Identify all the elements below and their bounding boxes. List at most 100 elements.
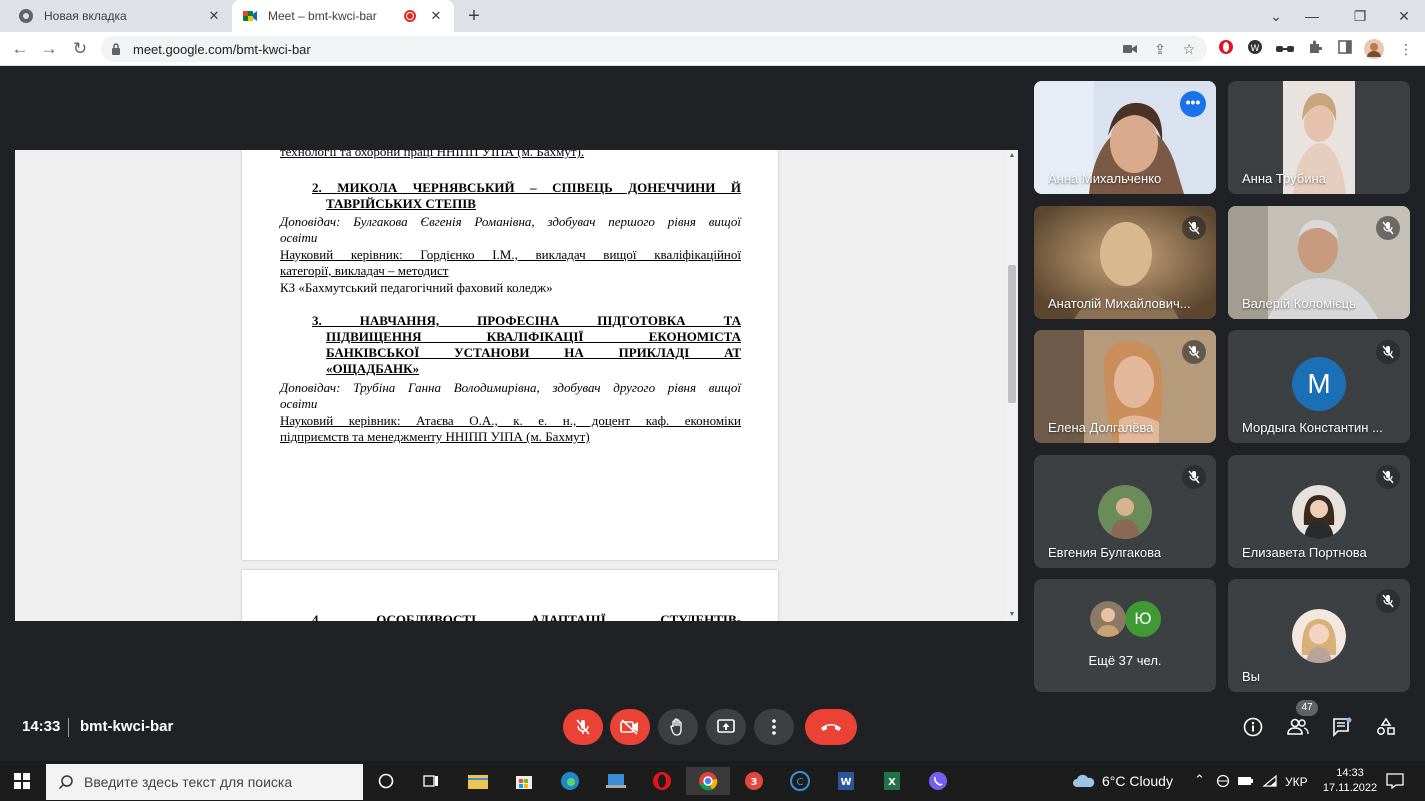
mic-off-icon: [1376, 465, 1400, 489]
menu-dots-icon[interactable]: ⋮: [1396, 39, 1416, 59]
document-heading: БАНКІВСЬКОЇ УСТАНОВИ НА ПРИКЛАДІ АТ: [326, 345, 741, 360]
meeting-code: bmt-kwci-bar: [80, 718, 174, 735]
document-heading: ТАВРІЙСЬКИХ СТЕПІВ: [326, 196, 476, 211]
windows-taskbar: Введите здесь текст для поиска 3 C W X 6…: [0, 761, 1425, 801]
profile-avatar[interactable]: [1364, 39, 1384, 59]
document-page: технології та охорони праці ННІПП УІПА (…: [242, 150, 778, 560]
start-button[interactable]: [8, 767, 36, 795]
document-line: підприємств та менеджменту ННІПП УІПА (м…: [280, 429, 590, 444]
mic-off-icon: [1376, 216, 1400, 240]
tray-chevron-icon[interactable]: ⌃: [1194, 772, 1205, 788]
camera-icon[interactable]: [1120, 39, 1140, 59]
mic-off-icon: [1182, 465, 1206, 489]
minimize-button[interactable]: —: [1294, 4, 1330, 28]
file-explorer-icon[interactable]: [464, 767, 492, 795]
participant-name: Вы: [1242, 669, 1261, 684]
bookmark-star-icon[interactable]: ☆: [1179, 39, 1199, 59]
more-participants-tile[interactable]: Ю Ещё 37 чел.: [1034, 579, 1216, 692]
avatar: Ю: [1125, 601, 1161, 637]
more-participants-label: Ещё 37 чел.: [1088, 653, 1162, 668]
tab-search-icon[interactable]: ⌄: [1258, 4, 1294, 28]
scroll-down-icon[interactable]: ▼: [1006, 609, 1018, 621]
shared-presentation[interactable]: технології та охорони праці ННІПП УІПА (…: [15, 150, 1018, 621]
close-tab-icon[interactable]: ✕: [428, 8, 444, 24]
self-tile[interactable]: Вы: [1228, 579, 1410, 692]
avatar: [1098, 485, 1152, 539]
input-language[interactable]: УКР: [1285, 775, 1308, 789]
participant-tile[interactable]: Елизавета Портнова: [1228, 455, 1410, 568]
participant-tile[interactable]: Анна Трубина: [1228, 81, 1410, 194]
taskbar-clock[interactable]: 14:33 17.11.2022: [1320, 766, 1380, 796]
participant-name: Анатолій Михайлович...: [1048, 296, 1191, 311]
participant-tile[interactable]: Анатолій Михайлович...: [1034, 206, 1216, 319]
app-icon[interactable]: 3: [740, 767, 768, 795]
viber-icon[interactable]: [924, 767, 952, 795]
scrollbar-thumb[interactable]: [1008, 265, 1016, 403]
word-icon[interactable]: W: [832, 767, 860, 795]
more-options-button[interactable]: [754, 709, 794, 745]
excel-icon[interactable]: X: [878, 767, 906, 795]
scroll-up-icon[interactable]: ▲: [1006, 150, 1018, 162]
leave-call-button[interactable]: [805, 709, 857, 745]
mic-toggle-button[interactable]: [563, 709, 603, 745]
window-close-button[interactable]: ✕: [1386, 4, 1422, 28]
svg-text:W: W: [840, 777, 851, 788]
camera-off-icon: [620, 719, 638, 735]
app-icon[interactable]: [602, 767, 630, 795]
edge-icon[interactable]: [556, 767, 584, 795]
extension-icon[interactable]: W: [1245, 39, 1265, 59]
more-vert-icon: [772, 719, 776, 735]
app-icon[interactable]: C: [786, 767, 814, 795]
chrome-icon: [19, 9, 33, 23]
taskbar-search[interactable]: Введите здесь текст для поиска: [46, 764, 363, 800]
weather-text[interactable]: 6°C Cloudy: [1102, 773, 1173, 789]
chat-button[interactable]: [1329, 714, 1355, 740]
glasses-extension-icon[interactable]: [1275, 39, 1295, 59]
address-bar[interactable]: meet.google.com/bmt-kwci-bar: [101, 36, 1207, 62]
puzzle-icon[interactable]: [1305, 39, 1325, 59]
divider: [68, 718, 69, 737]
present-screen-button[interactable]: [706, 709, 746, 745]
raise-hand-button[interactable]: [658, 709, 698, 745]
meeting-clock: 14:33: [22, 718, 61, 735]
document-line: технології та охорони праці ННІПП УІПА (…: [280, 150, 585, 159]
participant-name: Валерій Коломієць: [1242, 296, 1356, 311]
svg-text:X: X: [888, 777, 896, 788]
participant-name: Евгения Булгакова: [1048, 545, 1162, 560]
activities-button[interactable]: [1373, 714, 1399, 740]
more-options-icon[interactable]: •••: [1180, 91, 1206, 117]
participant-tile[interactable]: M Мордыга Константин ...: [1228, 330, 1410, 443]
tab-meet[interactable]: Meet – bmt-kwci-bar ✕: [232, 0, 454, 32]
notifications-icon[interactable]: [1386, 773, 1404, 789]
participant-tile[interactable]: Валерій Коломієць: [1228, 206, 1410, 319]
document-scrollbar[interactable]: ▲ ▼: [1006, 150, 1018, 621]
people-button[interactable]: [1285, 714, 1311, 740]
battery-icon[interactable]: [1238, 776, 1254, 786]
participant-tile[interactable]: Елена Долгалёва: [1034, 330, 1216, 443]
svg-text:3: 3: [751, 777, 758, 788]
participant-tile[interactable]: ••• Анна Михальченко: [1034, 81, 1216, 194]
reload-icon[interactable]: ↻: [68, 37, 92, 61]
back-icon[interactable]: ←: [8, 37, 32, 61]
opera-extension-icon[interactable]: [1216, 39, 1236, 59]
participant-tile[interactable]: Евгения Булгакова: [1034, 455, 1216, 568]
camera-toggle-button[interactable]: [610, 709, 650, 745]
wifi-icon[interactable]: [1262, 774, 1278, 788]
network-icon[interactable]: [1216, 775, 1230, 787]
meet-icon: [243, 11, 257, 21]
close-tab-icon[interactable]: ✕: [206, 8, 222, 24]
maximize-button[interactable]: ❐: [1342, 4, 1378, 28]
task-view-icon[interactable]: [417, 767, 445, 795]
store-icon[interactable]: [510, 767, 538, 795]
opera-icon[interactable]: [648, 767, 676, 795]
side-panel-icon[interactable]: [1335, 39, 1355, 59]
chrome-taskbar-icon[interactable]: [686, 767, 730, 795]
cortana-icon[interactable]: [372, 767, 400, 795]
taskbar-time: 14:33: [1336, 767, 1364, 779]
meeting-details-button[interactable]: [1240, 714, 1266, 740]
participant-name: Мордыга Константин ...: [1242, 420, 1383, 435]
forward-icon[interactable]: →: [37, 37, 61, 61]
share-icon[interactable]: ⇪: [1150, 39, 1170, 59]
tab-new-tab[interactable]: Новая вкладка ✕: [8, 0, 232, 32]
new-tab-button[interactable]: +: [462, 4, 486, 28]
